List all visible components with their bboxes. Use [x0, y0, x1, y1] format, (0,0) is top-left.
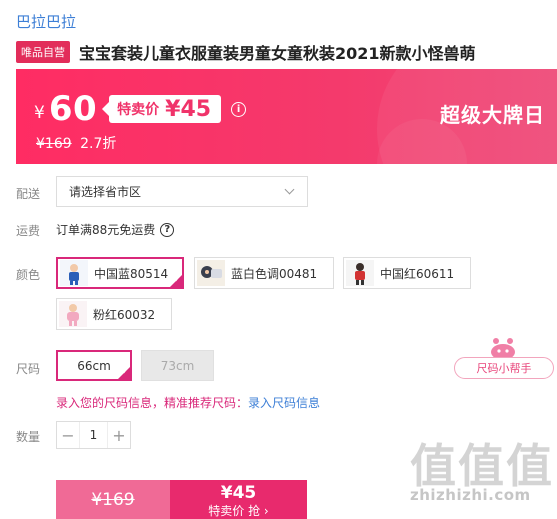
selected-check-icon — [117, 366, 131, 380]
size-info-row: 录入您的尺码信息，精准推荐尺码：录入尺码信息 — [56, 394, 320, 411]
buy-special-price: ¥45 — [220, 483, 257, 503]
color-option-blue-white[interactable]: 蓝白色调00481 — [194, 257, 334, 289]
color-option-pink[interactable]: 粉红60032 — [56, 298, 172, 330]
shipping-label: 运费 — [16, 224, 41, 238]
region-select[interactable]: 请选择省市区 — [56, 176, 308, 207]
size-label: 尺码 — [16, 362, 41, 376]
discount-text: 2.7折 — [80, 136, 117, 152]
watermark: 值值值 zhizhizhi.com — [400, 430, 557, 519]
help-icon[interactable]: ? — [160, 222, 175, 237]
product-title: 宝宝套装儿童衣服童装男童女童秋装2021新款小怪兽萌 — [79, 44, 476, 63]
size-option-66[interactable]: 66cm — [56, 350, 132, 381]
price-banner: ¥ 60 特卖价 ¥45 i ¥169 2.7折 超级大牌日 — [16, 69, 557, 164]
color-thumbnail — [60, 260, 88, 286]
original-price: ¥169 — [36, 136, 72, 152]
quantity-label: 数量 — [16, 430, 41, 444]
color-thumbnail — [59, 301, 87, 327]
color-option-blue[interactable]: 中国蓝80514 — [56, 257, 184, 289]
self-operated-badge: 唯品自营 — [16, 41, 70, 63]
quantity-value[interactable]: 1 — [79, 422, 108, 448]
title-row: 唯品自营 宝宝套装儿童衣服童装男童女童秋装2021新款小怪兽萌 — [16, 40, 476, 64]
size-option-label: 66cm — [77, 358, 111, 373]
selected-check-icon — [169, 274, 183, 288]
shipping-text: 订单满88元免运费 — [56, 223, 156, 237]
color-label: 颜色 — [16, 268, 41, 282]
size-helper-button[interactable]: 尺码小帮手 — [454, 336, 554, 382]
decrement-button[interactable]: − — [57, 422, 79, 448]
region-select-value: 请选择省市区 — [69, 185, 142, 199]
price-row: ¥ 60 特卖价 ¥45 i — [34, 89, 247, 129]
increment-button[interactable]: + — [108, 422, 130, 448]
size-info-prompt: 录入您的尺码信息，精准推荐尺码： — [56, 396, 249, 410]
color-option-red[interactable]: 中国红60611 — [343, 257, 471, 289]
buy-bar: ¥169 ¥45 特卖价 抢 › — [56, 480, 307, 519]
brand-link[interactable]: 巴拉巴拉 — [16, 11, 76, 32]
original-price-row: ¥169 2.7折 — [36, 133, 116, 153]
special-price-value: ¥45 — [165, 96, 212, 122]
size-option-label: 73cm — [160, 358, 195, 373]
size-info-link[interactable]: 录入尺码信息 — [248, 396, 320, 410]
buy-special-action: 特卖价 抢 › — [208, 504, 269, 518]
shipping-info: 订单满88元免运费 ? — [56, 221, 175, 238]
color-option-label: 中国蓝80514 — [94, 266, 169, 281]
quantity-stepper: − 1 + — [56, 421, 131, 449]
special-price-tag: 特卖价 ¥45 — [102, 95, 222, 123]
info-icon[interactable]: i — [231, 101, 247, 117]
watermark-url: zhizhizhi.com — [410, 486, 531, 504]
buy-original-price: ¥169 — [91, 489, 135, 510]
color-option-label: 中国红60611 — [380, 266, 455, 281]
event-title: 超级大牌日 — [440, 103, 545, 127]
special-price-label: 特卖价 — [117, 102, 160, 118]
buy-special-price-button[interactable]: ¥45 特卖价 抢 › — [170, 480, 307, 519]
color-thumbnail — [346, 260, 374, 286]
buy-original-price-button[interactable]: ¥169 — [56, 480, 170, 519]
size-helper-label: 尺码小帮手 — [454, 357, 554, 379]
chevron-down-icon — [284, 184, 295, 195]
color-option-label: 粉红60032 — [93, 307, 156, 322]
delivery-label: 配送 — [16, 187, 41, 201]
color-option-label: 蓝白色调00481 — [231, 266, 318, 281]
size-option-73: 73cm — [141, 350, 214, 381]
currency-symbol: ¥ — [34, 103, 45, 123]
color-thumbnail — [197, 260, 225, 286]
current-price: 60 — [48, 89, 98, 129]
